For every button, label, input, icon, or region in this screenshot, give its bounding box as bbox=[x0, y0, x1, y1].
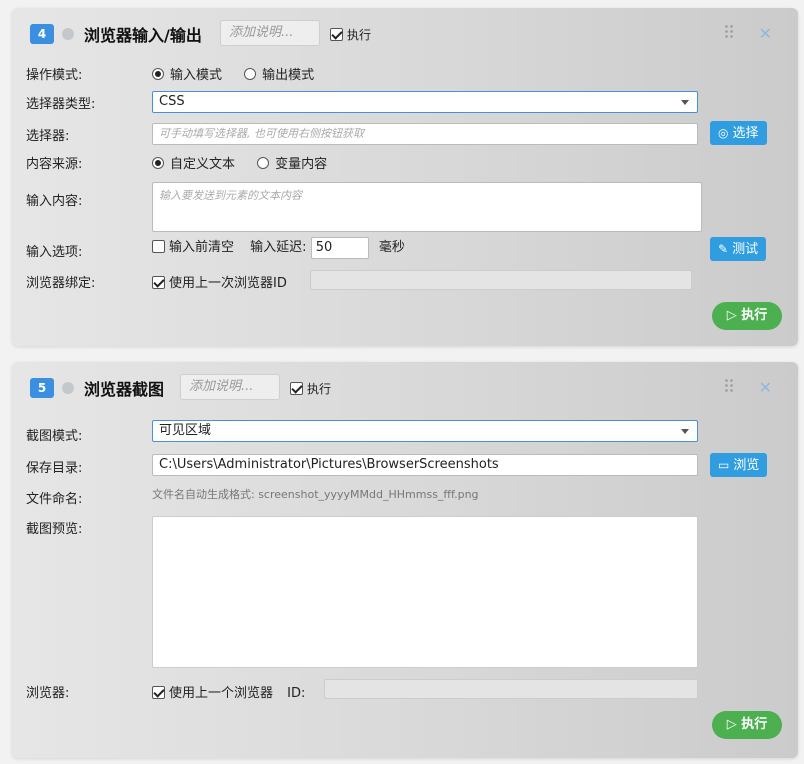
run-button[interactable]: ▷ 执行 bbox=[712, 302, 782, 330]
input-options-group: 输入前清空 输入延迟: 50 毫秒 bbox=[152, 236, 405, 259]
node-index-badge: 5 bbox=[30, 378, 54, 398]
run-button-label: 执行 bbox=[741, 308, 768, 323]
radio-icon[interactable] bbox=[152, 68, 164, 80]
node-card-browser-io: 4 浏览器输入/输出 添加说明... 执行 ✕ 操作模式: 输入模式 输出模式 … bbox=[12, 8, 798, 346]
play-icon: ▷ bbox=[726, 308, 742, 323]
radio-input-mode[interactable]: 输入模式 bbox=[152, 68, 222, 83]
close-icon[interactable]: ✕ bbox=[759, 24, 772, 43]
node-index-badge: 4 bbox=[30, 24, 54, 44]
status-dot bbox=[62, 382, 74, 394]
checkbox-icon[interactable] bbox=[152, 240, 165, 253]
run-button-label: 执行 bbox=[741, 717, 768, 732]
use-last-browser-label: 使用上一次浏览器ID bbox=[169, 276, 287, 291]
card-title: 浏览器输入/输出 bbox=[84, 26, 202, 45]
input-delay-label: 输入延迟: bbox=[250, 240, 307, 255]
radio-icon[interactable] bbox=[257, 157, 270, 169]
browser-id-input[interactable] bbox=[310, 270, 692, 290]
checkbox-icon[interactable] bbox=[330, 28, 343, 41]
input-options-label: 输入选项: bbox=[26, 245, 83, 260]
op-mode-radio-group: 输入模式 输出模式 bbox=[152, 64, 314, 83]
card-header: 5 浏览器截图 添加说明... 执行 ✕ bbox=[12, 362, 798, 412]
enable-checkbox[interactable]: 执行 bbox=[290, 380, 331, 397]
screenshot-mode-select[interactable]: 可见区域 bbox=[152, 420, 698, 442]
selector-input[interactable]: 可手动填写选择器, 也可使用右侧按钮获取 bbox=[152, 123, 698, 145]
description-input[interactable]: 添加说明... bbox=[220, 20, 320, 46]
chevron-down-icon bbox=[681, 100, 689, 105]
enable-label: 执行 bbox=[307, 382, 332, 396]
file-naming-hint: 文件名自动生成格式: screenshot_yyyyMMdd_HHmmss_ff… bbox=[152, 488, 479, 501]
target-icon: ◎ bbox=[718, 126, 729, 140]
folder-icon: ▭ bbox=[718, 458, 730, 472]
radio-variable-content[interactable]: 变量内容 bbox=[257, 157, 327, 172]
play-icon: ▷ bbox=[726, 717, 742, 732]
clear-before-input-checkbox[interactable]: 输入前清空 bbox=[152, 240, 234, 255]
browser-id-input[interactable] bbox=[324, 679, 698, 699]
pick-selector-button[interactable]: ◎ 选择 bbox=[710, 121, 767, 145]
checkbox-icon[interactable] bbox=[152, 686, 165, 699]
input-content-placeholder: 输入要发送到元素的文本内容 bbox=[159, 189, 302, 202]
status-dot bbox=[62, 28, 74, 40]
radio-variable-content-label: 变量内容 bbox=[275, 157, 328, 172]
screenshot-preview bbox=[152, 516, 698, 668]
enable-label: 执行 bbox=[347, 28, 372, 42]
content-source-radio-group: 自定义文本 变量内容 bbox=[152, 153, 327, 172]
radio-input-mode-label: 输入模式 bbox=[170, 68, 223, 83]
preview-label: 截图预览: bbox=[26, 522, 83, 537]
browse-button[interactable]: ▭ 浏览 bbox=[710, 453, 768, 477]
description-input[interactable]: 添加说明... bbox=[180, 374, 280, 400]
use-last-browser-checkbox[interactable]: 使用上一个浏览器 ID: bbox=[152, 682, 305, 701]
chevron-down-icon bbox=[681, 429, 689, 434]
radio-custom-text-label: 自定义文本 bbox=[170, 157, 236, 172]
input-content-label: 输入内容: bbox=[26, 194, 83, 209]
radio-icon[interactable] bbox=[152, 157, 164, 169]
use-last-browser-checkbox[interactable]: 使用上一次浏览器ID bbox=[152, 272, 287, 291]
content-source-label: 内容来源: bbox=[26, 157, 83, 172]
checkbox-icon[interactable] bbox=[290, 382, 303, 395]
screenshot-mode-label: 截图模式: bbox=[26, 429, 83, 444]
clear-before-input-label: 输入前清空 bbox=[169, 240, 235, 255]
card-header: 4 浏览器输入/输出 添加说明... 执行 ✕ bbox=[12, 8, 798, 58]
browser-id-label: ID: bbox=[287, 686, 306, 701]
input-content-textarea[interactable]: 输入要发送到元素的文本内容 bbox=[152, 182, 702, 232]
file-naming-label: 文件命名: bbox=[26, 492, 83, 507]
input-delay-field[interactable]: 50 bbox=[310, 236, 369, 259]
browser-label: 浏览器: bbox=[26, 686, 70, 701]
radio-output-mode[interactable]: 输出模式 bbox=[244, 68, 314, 83]
close-icon[interactable]: ✕ bbox=[759, 378, 772, 397]
screenshot-mode-value: 可见区域 bbox=[159, 423, 212, 438]
browser-bind-label: 浏览器绑定: bbox=[26, 276, 96, 291]
checkbox-icon[interactable] bbox=[152, 276, 165, 289]
pen-icon: ✎ bbox=[718, 242, 729, 256]
drag-handle-icon[interactable] bbox=[724, 24, 734, 38]
use-last-browser-label: 使用上一个浏览器 bbox=[169, 686, 274, 701]
enable-checkbox[interactable]: 执行 bbox=[330, 26, 371, 43]
selector-placeholder: 可手动填写选择器, 也可使用右侧按钮获取 bbox=[159, 127, 364, 140]
selector-type-label: 选择器类型: bbox=[26, 97, 96, 112]
selector-type-value: CSS bbox=[159, 94, 185, 109]
radio-custom-text[interactable]: 自定义文本 bbox=[152, 157, 235, 172]
browse-button-label: 浏览 bbox=[733, 458, 760, 473]
radio-icon[interactable] bbox=[244, 68, 257, 80]
node-card-browser-screenshot: 5 浏览器截图 添加说明... 执行 ✕ 截图模式: 可见区域 保存目录: C:… bbox=[12, 362, 798, 758]
selector-label: 选择器: bbox=[26, 129, 70, 144]
run-button[interactable]: ▷ 执行 bbox=[712, 711, 782, 739]
op-mode-label: 操作模式: bbox=[26, 68, 83, 83]
radio-output-mode-label: 输出模式 bbox=[262, 68, 315, 83]
selector-type-select[interactable]: CSS bbox=[152, 91, 698, 113]
card-title: 浏览器截图 bbox=[84, 380, 165, 399]
test-button[interactable]: ✎ 测试 bbox=[710, 237, 767, 261]
save-dir-label: 保存目录: bbox=[26, 461, 83, 476]
input-delay-unit: 毫秒 bbox=[378, 240, 405, 255]
pick-selector-label: 选择 bbox=[732, 126, 759, 141]
test-button-label: 测试 bbox=[732, 242, 759, 257]
save-dir-input[interactable]: C:\Users\Administrator\Pictures\BrowserS… bbox=[152, 454, 698, 476]
drag-handle-icon[interactable] bbox=[724, 378, 734, 392]
